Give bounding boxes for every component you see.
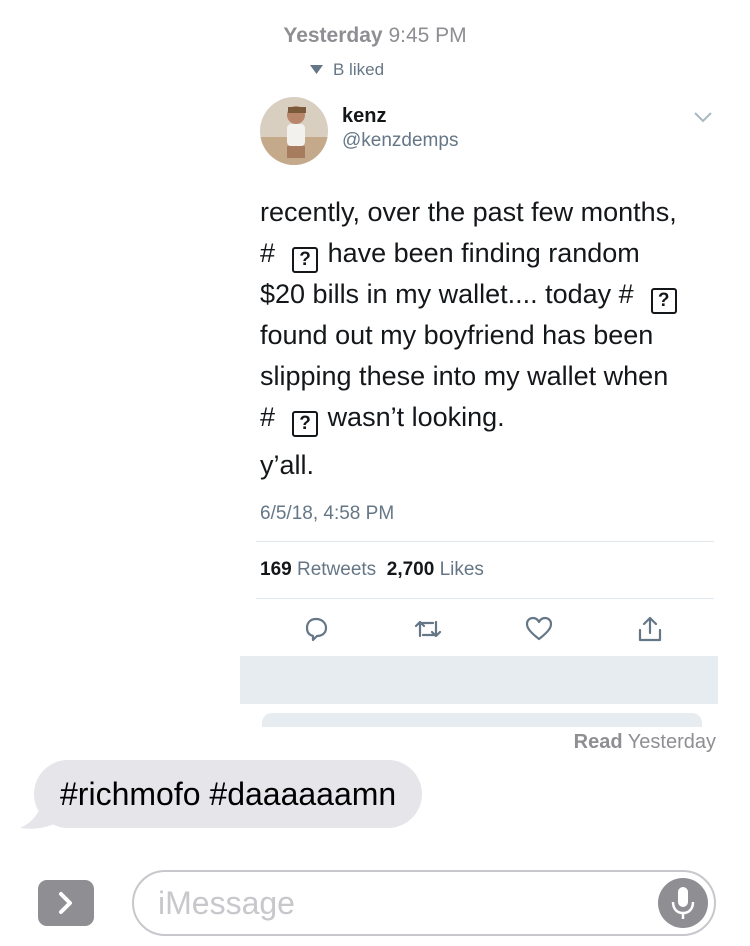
missing-glyph-icon: ?	[292, 247, 319, 273]
received-message-bubble[interactable]: #richmofo #daaaaaamn	[34, 760, 423, 828]
tweet-line: # ? have been finding random	[260, 233, 710, 274]
microphone-icon	[671, 887, 695, 919]
chevron-right-icon	[59, 892, 72, 914]
missing-glyph-icon: ?	[650, 288, 677, 314]
microphone-button[interactable]	[658, 878, 708, 928]
tweet-author-name[interactable]: kenz	[342, 105, 386, 128]
likes-stat[interactable]: 2,700 Likes	[387, 559, 484, 580]
tweet-line: # ? wasn’t looking.	[260, 397, 710, 438]
imessage-input[interactable]: iMessage	[132, 870, 716, 936]
timestamp-time: 9:45 PM	[388, 24, 467, 47]
heart-icon	[310, 65, 323, 74]
tweet-line: found out my boyfriend has been	[260, 320, 654, 350]
imessage-placeholder: iMessage	[158, 885, 295, 921]
avatar[interactable]	[260, 97, 328, 165]
tweet-date[interactable]: 6/5/18, 4:58 PM	[260, 503, 394, 525]
missing-glyph-icon: ?	[292, 411, 319, 437]
avatar-image	[260, 97, 328, 165]
tweet-fragment: have been finding random	[327, 238, 640, 268]
tweet-line: slipping these into my wallet when	[260, 361, 669, 391]
tweet-footer-pill	[262, 713, 702, 727]
timestamp-day: Yesterday	[283, 24, 383, 47]
like-icon[interactable]	[524, 614, 554, 644]
tweet-footer-bar	[240, 656, 718, 704]
read-time: Yesterday	[627, 731, 716, 753]
likes-label: Likes	[439, 559, 484, 580]
divider	[256, 541, 714, 542]
apps-button[interactable]	[38, 880, 94, 926]
share-icon[interactable]	[635, 614, 665, 644]
tweet-line: recently, over the past few months,	[260, 197, 677, 227]
tweet-text: recently, over the past few months, # ? …	[260, 192, 710, 438]
cutoff-liked-text: B liked	[310, 58, 384, 76]
tweet-stats: 169 Retweets 2,700 Likes	[260, 559, 484, 581]
tweet-fragment: #	[260, 402, 276, 432]
tweet-line: y’all.	[260, 450, 315, 480]
tweet-fragment: #	[260, 238, 276, 268]
chevron-down-icon[interactable]	[693, 110, 713, 124]
read-receipt: Read Yesterday	[574, 731, 716, 754]
retweet-icon[interactable]	[413, 614, 443, 644]
tweet-fragment: $20 bills in my wallet.... today #	[260, 279, 634, 309]
reply-icon[interactable]	[301, 614, 331, 644]
conversation-timestamp: Yesterday 9:45 PM	[0, 24, 750, 48]
retweets-stat[interactable]: 169 Retweets	[260, 559, 376, 580]
tweet-fragment: wasn’t looking.	[327, 402, 505, 432]
likes-count: 2,700	[386, 559, 435, 580]
divider	[256, 598, 714, 599]
retweets-label: Retweets	[296, 559, 377, 580]
tweet-line: $20 bills in my wallet.... today # ?	[260, 274, 710, 315]
read-label: Read	[573, 731, 623, 753]
tweet-author-handle[interactable]: @kenzdemps	[342, 130, 458, 152]
retweets-count: 169	[260, 559, 292, 580]
